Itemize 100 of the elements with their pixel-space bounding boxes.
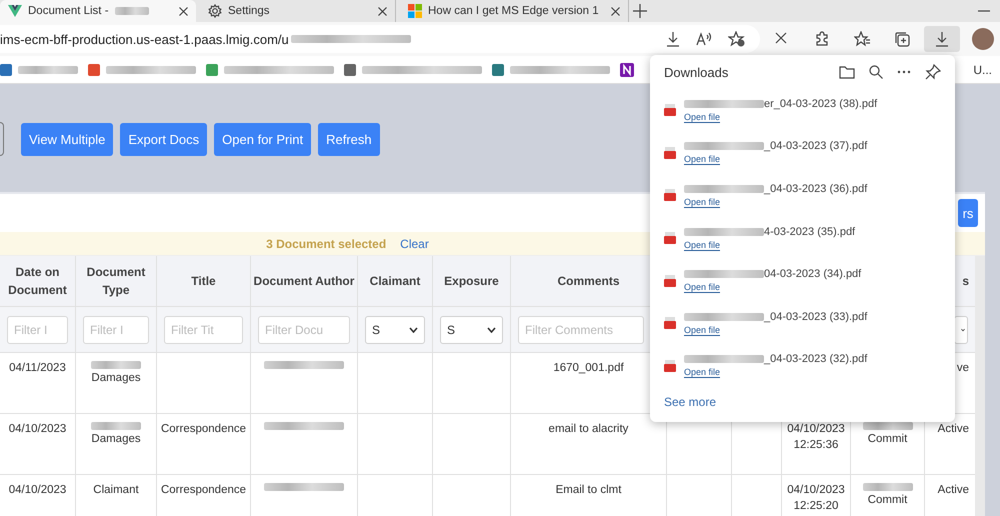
avatar[interactable] [972, 28, 994, 50]
tab-title: Settings [228, 5, 270, 17]
folder-icon[interactable] [839, 65, 855, 79]
close-icon[interactable] [179, 6, 188, 16]
table-cell: 12:25:20 [794, 499, 838, 513]
pdf-file-icon [664, 360, 676, 372]
filter-field[interactable]: Filter Docu [258, 316, 350, 344]
onenote-icon[interactable] [620, 62, 634, 76]
minimize-icon[interactable] [978, 10, 990, 12]
column-header[interactable]: Date on Document [0, 263, 75, 299]
favorites-icon[interactable] [854, 31, 870, 47]
table-cell: 04/10/2023 [8, 422, 66, 436]
pdf-file-icon [664, 146, 676, 159]
table-cell: 1670_001.pdf [553, 361, 624, 375]
close-icon[interactable] [378, 6, 387, 16]
action-button[interactable]: Refresh [318, 122, 380, 156]
table-cell: 04/11/2023 [9, 361, 66, 375]
table-cell: Claimant [93, 483, 139, 497]
file-name: 4-03-2023 (35).pdf [764, 226, 856, 238]
file-name: _04-03-2023 (36).pdf [764, 182, 868, 195]
file-name: 04-03-2023 (34).pdf [764, 268, 862, 280]
pin-icon[interactable] [925, 64, 941, 80]
star-plus-icon[interactable] [728, 31, 746, 47]
table-cell: 04/10/2023 [787, 422, 845, 436]
filter-field[interactable]: Filter I [83, 316, 149, 344]
chevron-down-icon [409, 326, 418, 332]
puzzle-icon[interactable] [814, 31, 830, 47]
open-file-link[interactable]: Open file [684, 196, 720, 208]
browser-tab[interactable]: Document List - [0, 0, 196, 22]
open-file-link[interactable]: Open file [684, 240, 720, 251]
button-edge[interactable] [0, 122, 4, 156]
chevron-down-icon [487, 326, 496, 332]
column-header[interactable]: Comments [557, 272, 620, 290]
table-cell: 04/10/2023 [787, 483, 845, 497]
column-header[interactable]: Document Type [76, 263, 156, 299]
filter-field[interactable]: Filter I [7, 316, 68, 344]
tab-title: Document List - [28, 5, 109, 17]
downloads-button[interactable] [924, 26, 960, 52]
address-bar[interactable]: ims-ecm-bff-production.us-east-1.paas.lmig.com/u [0, 25, 760, 53]
bookmark[interactable] [206, 64, 334, 76]
search-icon[interactable] [869, 65, 883, 79]
column-header[interactable]: Title [191, 272, 216, 290]
table-cell: 12:25:36 [794, 438, 838, 452]
open-file-link[interactable]: Open file [684, 324, 720, 336]
collections-icon[interactable] [894, 31, 910, 47]
action-button[interactable]: Open for Print [214, 122, 312, 156]
open-file-link[interactable]: Open file [684, 282, 720, 294]
column-header[interactable]: s [962, 272, 969, 290]
url-text: ims-ecm-bff-production.us-east-1.paas.lmig.com/u [0, 32, 289, 46]
four-squares-icon [408, 4, 422, 18]
filter-field[interactable]: Filter Comments [518, 316, 644, 344]
pdf-file-icon [664, 104, 676, 116]
table-cell: Correspondence [160, 483, 246, 497]
filter-dropdown[interactable]: S [440, 316, 503, 344]
file-name: _04-03-2023 (32).pdf [764, 353, 868, 366]
file-name: _04-03-2023 (33).pdf [764, 310, 868, 323]
pdf-file-icon [664, 274, 676, 287]
table-cell: Damages [91, 432, 141, 446]
see-more-link[interactable]: See more [664, 395, 941, 410]
pdf-file-icon [664, 317, 676, 330]
v-logo-icon [8, 5, 22, 17]
panel-title: Downloads [664, 64, 728, 80]
gear-icon [208, 4, 222, 18]
filter-field[interactable]: Filter Tit [164, 316, 243, 344]
table-cell: Correspondence [160, 422, 246, 436]
pdf-file-icon [664, 232, 676, 244]
bookmark[interactable] [88, 64, 196, 76]
file-name: er_04-03-2023 (38).pdf [764, 98, 878, 110]
column-header[interactable]: Exposure [444, 272, 499, 290]
table-cell: 04/10/2023 [8, 483, 66, 497]
filter-dropdown[interactable]: S [365, 316, 425, 344]
more-icon[interactable] [897, 70, 911, 74]
table-cell: Commit [868, 432, 908, 446]
open-file-link[interactable]: Open file [684, 112, 720, 123]
close-icon[interactable] [610, 6, 620, 16]
table-cell: Commit [868, 493, 908, 507]
table-cell: email to alacrity [548, 422, 628, 436]
column-header[interactable]: Document Author [254, 272, 354, 290]
open-file-link[interactable]: Open file [684, 154, 720, 166]
open-file-link[interactable]: Open file [684, 367, 720, 378]
action-button[interactable]: Export Docs [120, 122, 208, 156]
filters-button[interactable]: rs [958, 199, 978, 227]
table-cell: Active [938, 422, 969, 436]
column-header[interactable]: Claimant [370, 272, 420, 290]
tab-title: How can I get MS Edge version 1 [428, 5, 599, 17]
table-cell: Active [938, 483, 969, 497]
plus-icon[interactable] [632, 4, 647, 18]
pdf-file-icon [664, 189, 676, 202]
bookmark[interactable] [344, 64, 482, 76]
download-icon [935, 31, 949, 47]
download-icon[interactable] [666, 31, 680, 47]
file-name: _04-03-2023 (37).pdf [764, 140, 868, 152]
chevron-down-icon [961, 326, 965, 332]
bookmark[interactable] [492, 64, 610, 76]
action-button[interactable]: View Multiple [21, 122, 114, 156]
table-cell: Damages [91, 371, 141, 385]
bookmark[interactable]: U... [973, 62, 992, 76]
bookmark[interactable] [0, 64, 78, 76]
clear-link[interactable]: Clear [400, 236, 429, 250]
read-aloud-icon[interactable] [696, 32, 712, 46]
